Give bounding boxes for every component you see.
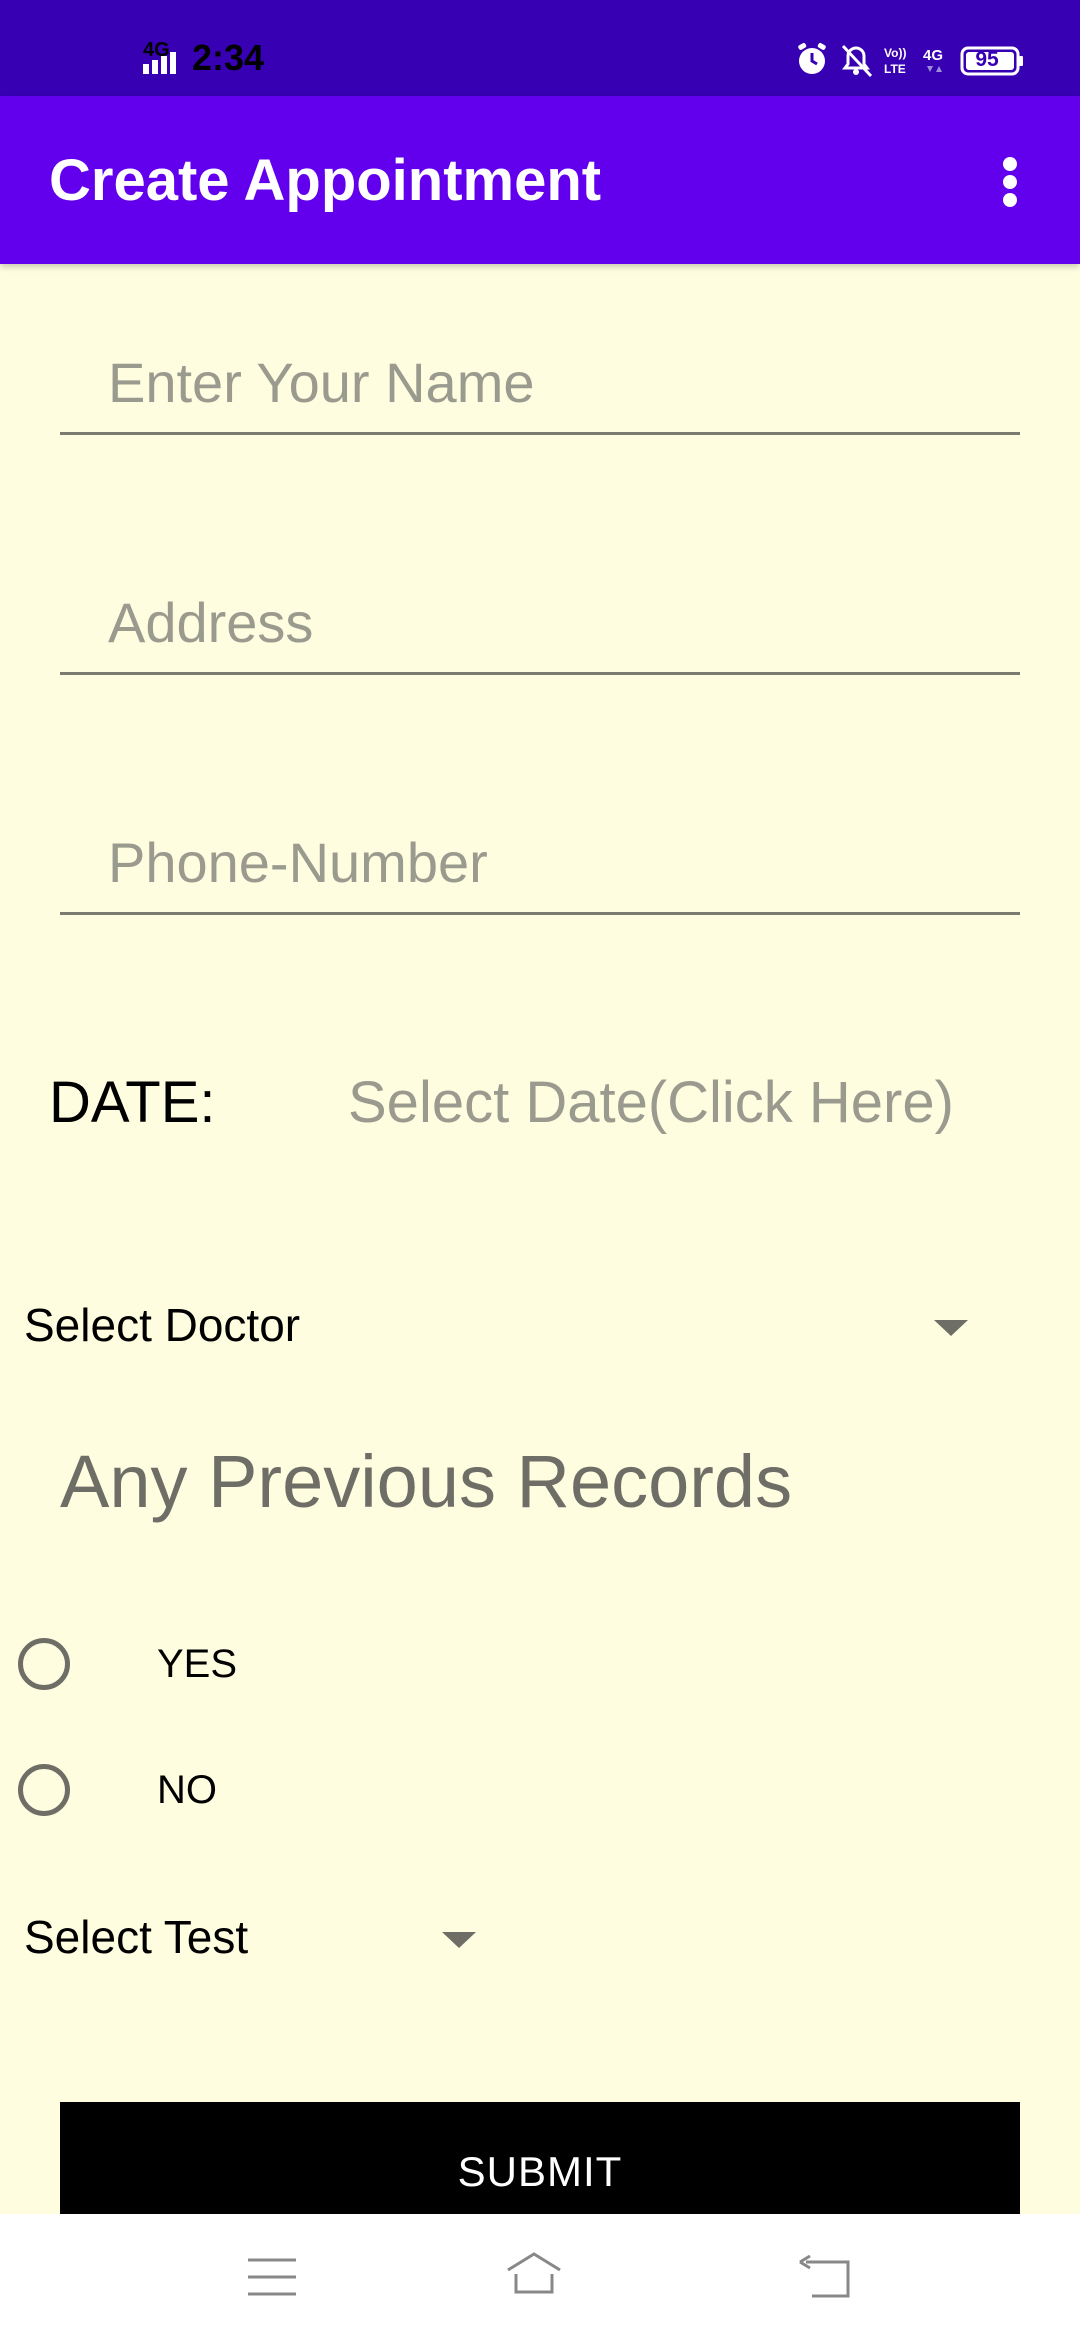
alarm-icon xyxy=(798,43,826,74)
page-title: Create Appointment xyxy=(49,148,602,213)
phone-input[interactable] xyxy=(60,812,1020,912)
radio-yes[interactable]: YES xyxy=(16,1632,316,1702)
doctor-select[interactable]: Select Doctor xyxy=(0,1290,1000,1370)
phone-field xyxy=(60,812,1020,915)
svg-text:LTE: LTE xyxy=(884,62,906,76)
notifications-off-icon xyxy=(841,44,873,78)
volte-icon: Vo)) LTE xyxy=(884,46,906,76)
svg-text:Vo)): Vo)) xyxy=(884,46,906,60)
radio-no[interactable]: NO xyxy=(16,1758,316,1828)
more-vert-icon[interactable] xyxy=(995,145,1031,217)
dropdown-arrow-icon xyxy=(442,1932,476,1948)
radio-button-icon xyxy=(18,1638,70,1690)
status-time: 2:34 xyxy=(192,37,265,78)
address-field xyxy=(60,572,1020,675)
menu-icon[interactable] xyxy=(242,2252,302,2302)
radio-button-icon xyxy=(18,1764,70,1816)
radio-no-label: NO xyxy=(157,1768,217,1812)
submit-button[interactable]: SUBMIT xyxy=(60,2102,1020,2214)
home-icon[interactable] xyxy=(504,2248,564,2298)
back-icon[interactable] xyxy=(796,2252,856,2302)
name-input[interactable] xyxy=(60,332,1020,432)
address-input[interactable] xyxy=(60,572,1020,672)
date-picker[interactable]: Select Date(Click Here) xyxy=(348,1068,954,1138)
radio-yes-label: YES xyxy=(157,1642,238,1686)
name-field xyxy=(60,332,1020,435)
test-select[interactable]: Select Test xyxy=(0,1902,500,1982)
4g-icon: 4G xyxy=(923,47,943,72)
date-label: DATE: xyxy=(49,1070,216,1135)
doctor-select-label: Select Doctor xyxy=(24,1299,301,1351)
records-heading: Any Previous Records xyxy=(60,1440,793,1523)
battery-level: 95 xyxy=(975,48,999,71)
signal-icon xyxy=(143,52,176,74)
svg-text:4G: 4G xyxy=(923,47,943,64)
dropdown-arrow-icon xyxy=(934,1320,968,1336)
test-select-label: Select Test xyxy=(24,1911,249,1963)
